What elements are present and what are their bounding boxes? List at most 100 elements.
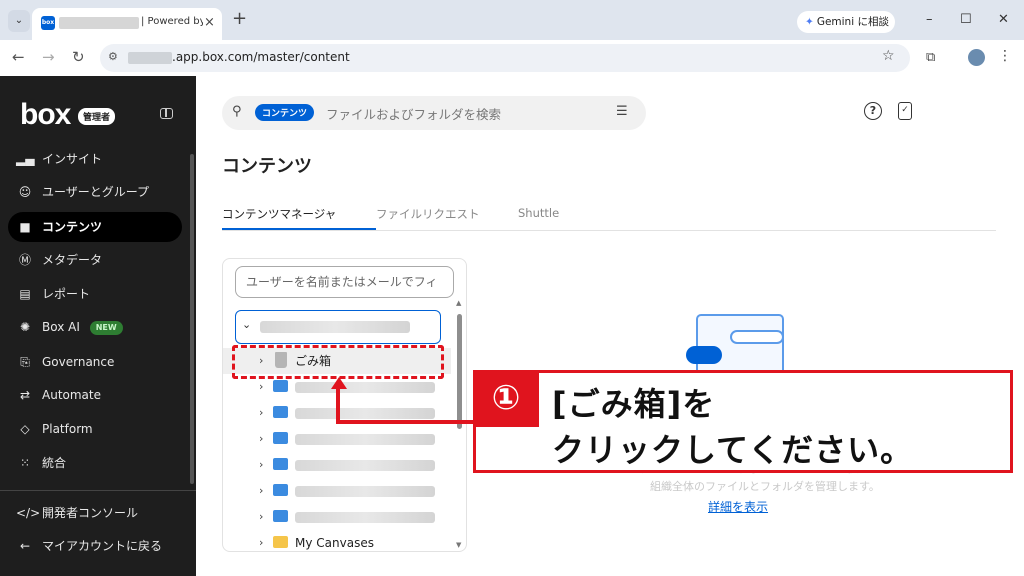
browser-tab[interactable]: box | Powered by × [32, 8, 222, 40]
tab-search-chevron-icon[interactable]: ⌄ [8, 10, 30, 32]
back-arrow-icon: ← [19, 539, 31, 553]
sidebar-item-platform[interactable]: ◇ Platform [8, 414, 182, 444]
chevron-down-icon: ⌄ [242, 318, 252, 331]
profile-avatar[interactable] [968, 49, 985, 66]
sidebar: box 管理者 ▂▄ インサイト ☺ ユーザーとグループ ■ コンテンツ Ⓜ メ… [0, 76, 196, 576]
folder-icon [273, 536, 288, 548]
empty-state-subtext: 組織全体のファイルとフォルダを管理します。 [650, 480, 880, 493]
gemini-star-icon: ✦ [805, 16, 814, 28]
url-text: .app.box.com/master/content [172, 50, 350, 64]
insights-icon: ▂▄ [16, 152, 35, 166]
site-info-icon[interactable]: ⚙ [108, 50, 118, 63]
box-ai-icon: ✺ [19, 320, 31, 334]
step-number-badge: ① [473, 370, 539, 427]
tree-item-folder[interactable]: › [223, 452, 451, 478]
sidebar-item-integrations[interactable]: ⁙ 統合 [8, 448, 182, 478]
tasks-icon[interactable]: ✓ [898, 102, 912, 120]
sidebar-collapse-icon[interactable] [160, 108, 173, 119]
new-tab-icon[interactable]: + [232, 10, 247, 28]
sidebar-item-dev-console[interactable]: </> 開発者コンソール [8, 498, 182, 528]
sidebar-item-label: メタデータ [42, 253, 103, 267]
sidebar-item-reports[interactable]: ▤ レポート [8, 279, 182, 309]
scroll-down-icon[interactable]: ▼ [456, 541, 461, 549]
integrations-icon: ⁙ [19, 456, 31, 470]
gemini-label: Gemini に相談 [816, 16, 889, 28]
sidebar-divider [0, 490, 196, 491]
extensions-icon[interactable]: ⧉ [926, 50, 935, 65]
folder-name-redacted [295, 434, 435, 445]
help-icon[interactable]: ? [864, 102, 882, 120]
minimize-icon[interactable]: – [926, 12, 933, 27]
sidebar-item-users-groups[interactable]: ☺ ユーザーとグループ [8, 177, 182, 207]
tree-item-folder[interactable]: › [223, 478, 451, 504]
tab-file-requests[interactable]: ファイルリクエスト [376, 206, 480, 222]
sidebar-item-label: ユーザーとグループ [42, 185, 150, 199]
sidebar-item-label: Automate [42, 388, 101, 402]
trash-highlight-box [232, 345, 444, 379]
main-content: ⚲ コンテンツ ファイルおよびフォルダを検索 ☰ ? ✓ コンテンツ コンテンツ… [196, 76, 1024, 576]
tab-close-icon[interactable]: × [204, 15, 215, 30]
folder-name-redacted [295, 460, 435, 471]
instruction-line-2: クリックしてください。 [552, 431, 914, 469]
browser-menu-icon[interactable]: ⋮ [998, 48, 1012, 64]
tab-shuttle[interactable]: Shuttle [518, 206, 559, 220]
search-icon: ⚲ [232, 104, 242, 119]
search-bar[interactable]: ⚲ コンテンツ ファイルおよびフォルダを検索 ☰ [222, 96, 646, 130]
search-input[interactable]: ファイルおよびフォルダを検索 [326, 104, 501, 123]
address-bar[interactable]: ⚙ .app.box.com/master/content ☆ [100, 44, 910, 72]
url-redacted [128, 52, 172, 64]
chevron-right-icon: › [259, 458, 264, 471]
tree-scrollbar-thumb[interactable] [457, 314, 462, 429]
report-icon: ▤ [19, 287, 31, 301]
tree-item-folder[interactable]: › [223, 426, 451, 452]
sidebar-item-label: Box AI [42, 320, 80, 334]
platform-icon: ◇ [20, 422, 30, 436]
user-filter-input[interactable]: ユーザーを名前またはメールでフィ [235, 266, 454, 298]
close-window-icon[interactable]: ✕ [998, 12, 1009, 27]
sidebar-item-box-ai[interactable]: ✺ Box AI NEW [8, 312, 182, 342]
box-logo[interactable]: box [20, 98, 71, 132]
gemini-button[interactable]: ✦ Gemini に相談 [797, 11, 895, 33]
tree-item-folder[interactable]: › [223, 504, 451, 530]
bookmark-star-icon[interactable]: ☆ [882, 48, 895, 64]
illustration-search-bar [730, 330, 784, 344]
code-icon: </> [16, 506, 41, 520]
active-tab-indicator [222, 228, 376, 230]
scroll-up-icon[interactable]: ▲ [456, 299, 461, 307]
tabs-divider [222, 230, 996, 231]
sidebar-item-label: Governance [42, 355, 115, 369]
folder-name-redacted [295, 512, 435, 523]
annotation-arrow-head [331, 377, 347, 389]
folder-tree-panel: ユーザーを名前またはメールでフィ ⌄ › ごみ箱 › › › › › › › M… [222, 258, 467, 552]
reload-icon[interactable]: ↻ [72, 48, 85, 66]
shared-folder-icon [273, 458, 288, 470]
sidebar-item-content[interactable]: ■ コンテンツ [8, 212, 182, 242]
details-link[interactable]: 詳細を表示 [708, 498, 768, 515]
selected-user-row[interactable]: ⌄ [235, 310, 441, 344]
shared-folder-icon [273, 380, 288, 392]
sidebar-scrollbar[interactable] [190, 154, 194, 484]
chevron-right-icon: › [259, 406, 264, 419]
user-icon: ☺ [18, 185, 32, 199]
sidebar-item-insights[interactable]: ▂▄ インサイト [8, 144, 182, 174]
user-name-redacted [260, 321, 410, 333]
sidebar-item-back-to-account[interactable]: ← マイアカウントに戻る [8, 531, 182, 561]
maximize-icon[interactable]: ☐ [960, 12, 972, 27]
folder-name-redacted [295, 486, 435, 497]
admin-badge: 管理者 [78, 108, 116, 125]
sidebar-item-governance[interactable]: ⎘ Governance [8, 347, 182, 377]
tree-item-my-canvases[interactable]: › My Canvases [223, 530, 451, 551]
forward-icon[interactable]: → [42, 48, 55, 66]
page-title: コンテンツ [222, 156, 312, 177]
folder-name-redacted [295, 408, 435, 419]
back-icon[interactable]: ← [12, 48, 25, 66]
tab-content-manager[interactable]: コンテンツマネージャ [222, 206, 336, 222]
box-favicon-icon: box [41, 16, 55, 30]
filter-icon[interactable]: ☰ [616, 104, 628, 119]
sidebar-item-automate[interactable]: ⇄ Automate [8, 380, 182, 410]
search-scope-chip[interactable]: コンテンツ [255, 104, 315, 121]
instruction-line-1: [ごみ箱]を [552, 385, 716, 423]
sidebar-item-metadata[interactable]: Ⓜ メタデータ [8, 245, 182, 275]
shared-folder-icon [273, 510, 288, 522]
automate-icon: ⇄ [19, 388, 31, 402]
